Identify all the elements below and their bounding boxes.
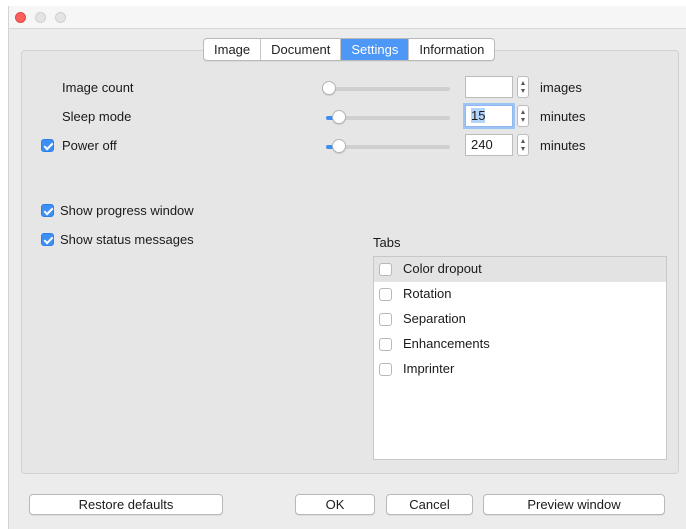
tab-bar: Image Document Settings Information (203, 38, 496, 61)
power-off-slider[interactable] (326, 139, 450, 153)
list-item-rotation[interactable]: Rotation (374, 282, 666, 307)
tabs-list-title: Tabs (373, 235, 401, 250)
show-progress-window-checkbox[interactable] (41, 204, 54, 217)
show-status-messages-checkbox[interactable] (41, 233, 54, 246)
zoom-window-icon[interactable] (55, 12, 66, 23)
preview-window-button[interactable]: Preview window (483, 494, 665, 515)
color-dropout-checkbox[interactable] (379, 263, 392, 276)
image-count-stepper[interactable] (517, 76, 529, 98)
sleep-mode-value: 15 (471, 108, 486, 123)
image-count-slider[interactable] (322, 81, 450, 95)
rotation-label: Rotation (403, 286, 452, 301)
sleep-mode-label: Sleep mode (62, 109, 132, 124)
list-item-separation[interactable]: Separation (374, 307, 666, 332)
power-off-checkbox[interactable] (41, 139, 54, 152)
title-bar (9, 6, 686, 29)
image-count-slider-knob[interactable] (322, 81, 336, 95)
cancel-button[interactable]: Cancel (386, 494, 473, 515)
image-count-unit: images (540, 80, 582, 95)
list-item-enhancements[interactable]: Enhancements (374, 332, 666, 357)
ok-button[interactable]: OK (295, 494, 375, 515)
rotation-checkbox[interactable] (379, 288, 392, 301)
power-off-unit: minutes (540, 138, 586, 153)
imprinter-checkbox[interactable] (379, 363, 392, 376)
sleep-mode-input[interactable]: 15 (465, 105, 513, 127)
tab-information[interactable]: Information (409, 39, 494, 60)
sleep-mode-slider[interactable] (326, 110, 450, 124)
power-off-stepper[interactable] (517, 134, 529, 156)
close-window-icon[interactable] (15, 12, 26, 23)
imprinter-label: Imprinter (403, 361, 455, 376)
sleep-mode-slider-knob[interactable] (331, 110, 346, 124)
settings-window: Image Document Settings Information Imag… (8, 6, 686, 529)
image-count-input[interactable] (465, 76, 513, 98)
tab-image[interactable]: Image (204, 39, 262, 60)
tabs-listbox: Color dropout Rotation Separation Enhanc… (373, 256, 667, 460)
power-off-input[interactable]: 240 (465, 134, 513, 156)
show-progress-window-label: Show progress window (60, 203, 194, 218)
power-off-label: Power off (62, 138, 117, 153)
show-status-messages-label: Show status messages (60, 232, 194, 247)
power-off-slider-knob[interactable] (331, 139, 346, 153)
sleep-mode-stepper[interactable] (517, 105, 529, 127)
image-count-label: Image count (62, 80, 134, 95)
separation-checkbox[interactable] (379, 313, 392, 326)
list-item-color-dropout[interactable]: Color dropout (374, 257, 666, 282)
minimize-window-icon[interactable] (35, 12, 46, 23)
color-dropout-label: Color dropout (403, 261, 482, 276)
tab-document[interactable]: Document (261, 39, 342, 60)
restore-defaults-button[interactable]: Restore defaults (29, 494, 223, 515)
sleep-mode-unit: minutes (540, 109, 586, 124)
tab-settings[interactable]: Settings (341, 39, 410, 60)
list-item-imprinter[interactable]: Imprinter (374, 357, 666, 382)
separation-label: Separation (403, 311, 466, 326)
enhancements-checkbox[interactable] (379, 338, 392, 351)
enhancements-label: Enhancements (403, 336, 490, 351)
